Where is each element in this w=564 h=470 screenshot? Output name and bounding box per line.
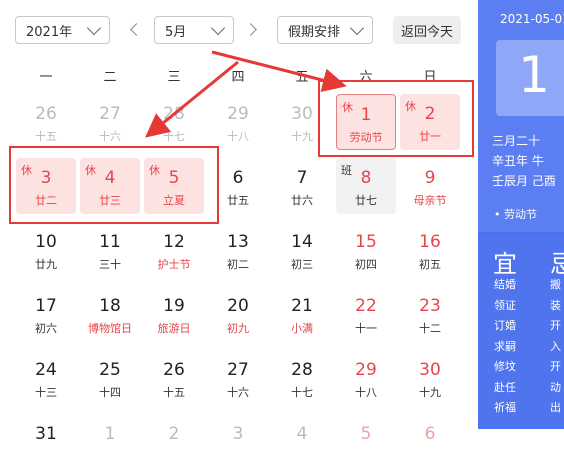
ji-item: 开 — [550, 360, 561, 373]
ji-item: 动 — [550, 380, 561, 394]
yi-label: 宜 — [493, 250, 517, 278]
ji-label: 忌 — [550, 250, 564, 278]
day-number-box: 1 — [496, 40, 564, 116]
ji-item: 开 — [550, 319, 561, 332]
yi-item: 赴任 — [494, 380, 516, 394]
ji-item: 入 — [550, 339, 561, 353]
lunar-year: 辛丑年 牛 — [492, 154, 544, 168]
yi-item: 修坟 — [494, 360, 516, 373]
day-number: 1 — [518, 46, 550, 104]
yi-item: 订婚 — [494, 319, 516, 332]
lunar-month-day: 壬辰月 己酉 — [492, 174, 556, 188]
yi-item: 结婚 — [494, 278, 516, 291]
day-detail-panel: 2021-05-01 1 三月二十 辛丑年 牛 壬辰月 己酉 • 劳动节 宜 忌… — [478, 0, 564, 429]
selected-date: 2021-05-01 — [500, 12, 564, 26]
ji-item: 出 — [550, 401, 561, 414]
annotation-arrow-left — [145, 60, 239, 138]
ji-item: 搬 — [550, 278, 561, 291]
lunar-date: 三月二十 — [492, 134, 541, 148]
yi-item: 求嗣 — [494, 339, 516, 353]
yi-item: 领证 — [494, 298, 516, 312]
yi-item: 祈福 — [494, 401, 516, 414]
ji-item: 装 — [550, 298, 561, 312]
festival-label: • 劳动节 — [494, 208, 537, 221]
